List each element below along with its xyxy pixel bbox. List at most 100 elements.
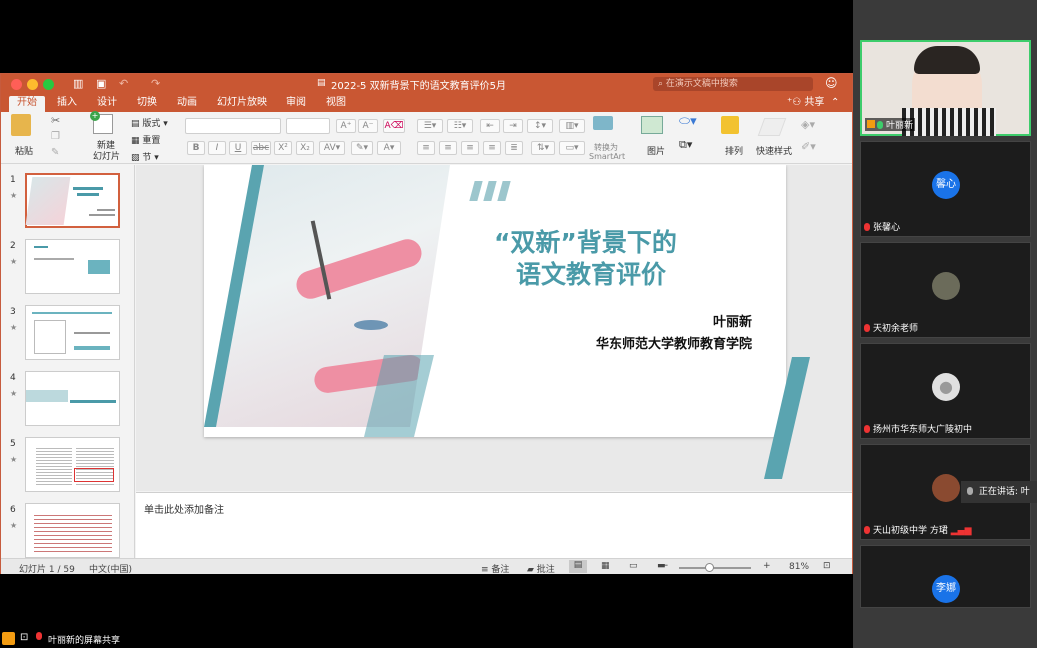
slide-thumbnail-6[interactable] <box>25 503 120 558</box>
tab-home[interactable]: 开始 <box>9 96 45 112</box>
zoom-slider[interactable] <box>679 563 751 572</box>
notes-pane[interactable]: 单击此处添加备注 <box>136 492 852 558</box>
slide-number: 2 <box>10 241 16 251</box>
comment-icon: ▰ <box>527 565 537 575</box>
layout-button[interactable]: ▤ 版式 ▾ <box>131 116 168 129</box>
decrease-indent-icon[interactable]: ⇤ <box>480 119 500 133</box>
font-size-field[interactable] <box>286 118 330 134</box>
powerpoint-window: ▥ ▣ ↶ ↷ ▤ 2022-5 双新背景下的语文教育评价5月 ⌕ 在演示文稿中… <box>0 73 853 575</box>
clear-format-icon[interactable]: A⌫ <box>383 119 405 133</box>
bold-icon[interactable]: B <box>187 141 205 155</box>
zoom-window-button[interactable] <box>43 79 54 90</box>
align-right-icon[interactable]: ≡ <box>461 141 479 155</box>
share-button[interactable]: ⁺⚇ 共享 <box>787 96 824 112</box>
shape-fill-icon[interactable]: ◈▾ <box>801 118 815 131</box>
participant-video-3[interactable]: 天初余老师 <box>860 242 1031 338</box>
tab-view[interactable]: 视图 <box>326 96 346 112</box>
format-painter-icon[interactable]: ✎ <box>51 147 59 158</box>
tab-insert[interactable]: 插入 <box>57 96 77 112</box>
collapse-ribbon-icon[interactable]: ⌃ <box>831 96 839 112</box>
slide-institution: 华东师范大学教师教育学院 <box>595 337 752 352</box>
participant-video-2[interactable]: 馨心 张馨心 <box>860 141 1031 237</box>
shapes-icon[interactable]: ⬭▾ <box>679 114 697 129</box>
underline-icon[interactable]: U <box>229 141 247 155</box>
normal-view-icon[interactable]: ▤ <box>569 560 587 573</box>
quick-styles-icon[interactable] <box>757 118 787 136</box>
notes-toggle[interactable]: ≡ 备注 <box>481 562 509 575</box>
slide-thumbnail-5[interactable] <box>25 437 120 492</box>
notes-label: 备注 <box>491 565 510 575</box>
zoom-slider-thumb[interactable] <box>705 563 714 572</box>
notes-placeholder: 单击此处添加备注 <box>144 505 224 516</box>
participant-video-5[interactable]: 正在讲话: 叶 天山初级中学 方珺 ▂▄▆ <box>860 444 1037 540</box>
text-direction-icon[interactable]: ⇅▾ <box>531 141 555 155</box>
align-text-icon[interactable]: ▭▾ <box>559 141 585 155</box>
fit-slide-icon[interactable]: ⊡ <box>823 561 831 571</box>
search-box[interactable]: ⌕ 在演示文稿中搜索 <box>653 77 813 91</box>
slide-1[interactable]: “双新”背景下的 语文教育评价 叶丽新 华东师范大学教师教育学院 <box>204 165 786 437</box>
participant-video-4[interactable]: ● 扬州市华东师大广陵初中 <box>860 343 1031 439</box>
shared-screen: ▥ ▣ ↶ ↷ ▤ 2022-5 双新背景下的语文教育评价5月 ⌕ 在演示文稿中… <box>0 0 853 648</box>
superscript-icon[interactable]: X² <box>274 141 292 155</box>
smartart-icon[interactable] <box>593 116 613 130</box>
language-indicator[interactable]: 中文(中国) <box>89 562 132 575</box>
slide-editing-area[interactable]: “双新”背景下的 语文教育评价 叶丽新 华东师范大学教师教育学院 <box>136 165 852 491</box>
reading-view-icon[interactable]: ▭ <box>629 561 638 571</box>
participant-name: 扬州市华东师大广陵初中 <box>864 422 972 435</box>
cut-icon[interactable]: ✂ <box>51 114 60 127</box>
tab-slideshow[interactable]: 幻灯片放映 <box>217 96 267 112</box>
align-center-icon[interactable]: ≡ <box>439 141 457 155</box>
numbering-icon[interactable]: ☷▾ <box>447 119 473 133</box>
arrange-icon[interactable] <box>721 116 739 134</box>
font-name-field[interactable] <box>185 118 281 134</box>
slide-thumbnail-4[interactable] <box>25 371 120 426</box>
slide-thumbnail-2[interactable] <box>25 239 120 294</box>
slide-thumbnail-1[interactable] <box>25 173 120 228</box>
increase-indent-icon[interactable]: ⇥ <box>503 119 523 133</box>
tab-animations[interactable]: 动画 <box>177 96 197 112</box>
slide-thumbnail-3[interactable] <box>25 305 120 360</box>
shrink-font-icon[interactable]: A⁻ <box>358 119 378 133</box>
arrange-label: 排列 <box>725 147 744 157</box>
textbox-icon[interactable]: ⧉▾ <box>679 138 692 152</box>
close-window-button[interactable] <box>11 79 22 90</box>
mic-icon[interactable] <box>36 632 42 640</box>
zoom-out-icon[interactable]: − <box>661 561 669 571</box>
font-case-icon[interactable]: AV▾ <box>319 141 345 155</box>
picture-icon[interactable] <box>641 116 663 134</box>
justify-icon[interactable]: ≡ <box>483 141 501 155</box>
new-slide-icon[interactable]: + <box>90 111 113 134</box>
copy-icon[interactable]: ❐ <box>51 131 60 142</box>
distributed-icon[interactable]: ≣ <box>505 141 523 155</box>
participant-video-1[interactable]: 叶丽新 <box>860 40 1031 136</box>
smiley-feedback-icon[interactable]: ☺ <box>825 76 838 90</box>
star-icon: ★ <box>10 323 18 332</box>
shape-outline-icon[interactable]: ✐▾ <box>801 140 816 153</box>
subscript-icon[interactable]: X₂ <box>296 141 314 155</box>
save-icon[interactable]: ▣ <box>96 77 106 90</box>
align-left-icon[interactable]: ≡ <box>417 141 435 155</box>
sidebar-toggle-icon[interactable]: ▥ <box>73 77 83 90</box>
tab-design[interactable]: 设计 <box>97 96 117 112</box>
comments-toggle[interactable]: ▰ 批注 <box>527 562 555 575</box>
tab-transitions[interactable]: 切换 <box>137 96 157 112</box>
zoom-in-icon[interactable]: + <box>763 561 771 571</box>
tab-review[interactable]: 审阅 <box>286 96 306 112</box>
bullets-icon[interactable]: ☰▾ <box>417 119 443 133</box>
grow-font-icon[interactable]: A⁺ <box>336 119 356 133</box>
minimize-window-button[interactable] <box>27 79 38 90</box>
section-button[interactable]: ▧ 节 ▾ <box>131 150 159 163</box>
clipboard-icon[interactable] <box>11 114 31 136</box>
highlight-icon[interactable]: ✎▾ <box>351 141 373 155</box>
line-spacing-icon[interactable]: ↕▾ <box>527 119 553 133</box>
participant-video-6[interactable]: 李娜 李娜 <box>860 545 1031 608</box>
undo-icon[interactable]: ↶ <box>119 77 128 90</box>
zoom-level[interactable]: 81% <box>789 562 809 572</box>
strikethrough-icon[interactable]: abc <box>251 141 271 155</box>
reset-button[interactable]: ▦ 重置 <box>131 133 160 146</box>
font-color-icon[interactable]: A▾ <box>377 141 401 155</box>
columns-icon[interactable]: ▥▾ <box>559 119 585 133</box>
italic-icon[interactable]: I <box>208 141 226 155</box>
redo-icon[interactable]: ↷ <box>151 77 160 90</box>
slide-sorter-icon[interactable]: ▦ <box>601 561 610 571</box>
